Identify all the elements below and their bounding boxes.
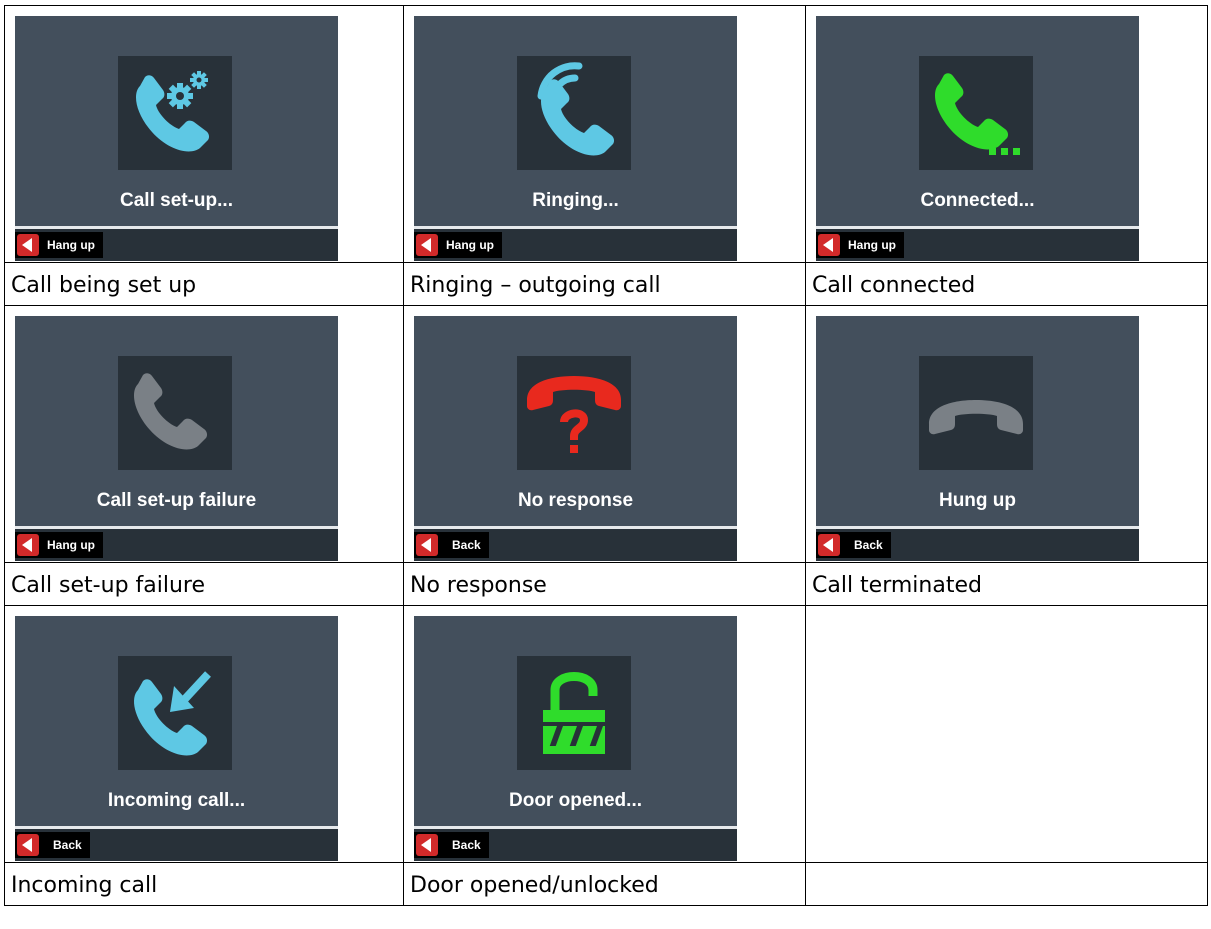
screen-title: Door opened...: [509, 790, 642, 811]
softkey-label: Back: [854, 538, 883, 552]
softkey-bar: Hang up: [816, 229, 1139, 261]
caption: Call being set up: [11, 273, 197, 298]
caption-cell: Call being set up: [4, 262, 404, 306]
softkey-label: Back: [452, 838, 481, 852]
phone-ringing-icon: [517, 56, 631, 170]
back-arrow-icon: [17, 834, 39, 856]
caption-cell: Door opened/unlocked: [403, 862, 806, 906]
caption-cell: Ringing – outgoing call: [403, 262, 806, 306]
softkey-label: Back: [53, 838, 82, 852]
caption: Call terminated: [812, 573, 982, 598]
cell-connected: Connected... Hang up: [805, 5, 1208, 263]
screen-connected: Connected... Hang up: [816, 16, 1139, 261]
padlock-open-icon: [517, 656, 631, 770]
softkey-bar: Back: [414, 829, 737, 861]
screen-call-setup: Call set-up... Hang up: [15, 16, 338, 261]
softkey-bar: Back: [15, 829, 338, 861]
screen-title: Hung up: [938, 490, 1017, 511]
screen-title: Incoming call...: [107, 790, 246, 811]
softkey-label: Hang up: [47, 538, 95, 552]
phone-hung-up-icon: [919, 356, 1033, 470]
softkey-label: Back: [452, 538, 481, 552]
caption: Ringing – outgoing call: [410, 273, 661, 298]
back-arrow-icon: [416, 834, 438, 856]
caption: No response: [410, 573, 547, 598]
phone-connected-icon: [919, 56, 1033, 170]
cell-no-response: No response Back: [403, 305, 806, 563]
cell-door-opened: Door opened... Back: [403, 605, 806, 863]
back-arrow-icon: [416, 534, 438, 556]
screen-no-response: No response Back: [414, 316, 737, 561]
screen-door-opened: Door opened... Back: [414, 616, 737, 861]
back-softkey[interactable]: Back: [414, 832, 489, 858]
hang-up-softkey[interactable]: Hang up: [414, 232, 502, 258]
screen-title: Call set-up...: [120, 190, 233, 211]
screen-title: Ringing...: [532, 190, 619, 211]
caption: Call set-up failure: [11, 573, 206, 598]
caption-cell: Call set-up failure: [4, 562, 404, 606]
screen-title: Connected...: [920, 190, 1035, 211]
cell-ringing: Ringing... Hang up: [403, 5, 806, 263]
screen-title: No response: [517, 490, 634, 511]
hang-up-softkey[interactable]: Hang up: [15, 532, 103, 558]
screen-hung-up: Hung up Back: [816, 316, 1139, 561]
softkey-label: Hang up: [446, 238, 494, 252]
screen-title: Call set-up failure: [96, 490, 257, 511]
cell-setup-failure: Call set-up failure Hang up: [4, 305, 404, 563]
screen-setup-failure: Call set-up failure Hang up: [15, 316, 338, 561]
back-arrow-icon: [17, 234, 39, 256]
phone-no-response-icon: [517, 356, 631, 470]
softkey-bar: Hang up: [15, 229, 338, 261]
back-arrow-icon: [17, 534, 39, 556]
softkey-bar: Hang up: [15, 529, 338, 561]
empty-cell: [805, 605, 1208, 863]
back-softkey[interactable]: Back: [816, 532, 891, 558]
back-arrow-icon: [818, 534, 840, 556]
phone-failure-icon: [118, 356, 232, 470]
softkey-bar: Back: [414, 529, 737, 561]
screen-ringing: Ringing... Hang up: [414, 16, 737, 261]
back-softkey[interactable]: Back: [414, 532, 489, 558]
cell-hung-up: Hung up Back: [805, 305, 1208, 563]
softkey-bar: Back: [816, 529, 1139, 561]
back-softkey[interactable]: Back: [15, 832, 90, 858]
softkey-label: Hang up: [848, 238, 896, 252]
cell-call-setup: Call set-up... Hang up: [4, 5, 404, 263]
caption: Call connected: [812, 273, 976, 298]
caption-cell: No response: [403, 562, 806, 606]
caption: Door opened/unlocked: [410, 873, 659, 898]
phone-incoming-icon: [118, 656, 232, 770]
phone-gear-icon: [118, 56, 232, 170]
hang-up-softkey[interactable]: Hang up: [816, 232, 904, 258]
screens-table: Call set-up... Hang up Ringing... Hang u…: [4, 5, 1208, 906]
caption-cell: Call connected: [805, 262, 1208, 306]
caption-cell: Call terminated: [805, 562, 1208, 606]
softkey-label: Hang up: [47, 238, 95, 252]
hang-up-softkey[interactable]: Hang up: [15, 232, 103, 258]
back-arrow-icon: [416, 234, 438, 256]
caption-cell: Incoming call: [4, 862, 404, 906]
cell-incoming-call: Incoming call... Back: [4, 605, 404, 863]
softkey-bar: Hang up: [414, 229, 737, 261]
caption: Incoming call: [11, 873, 158, 898]
empty-caption-cell: [805, 862, 1208, 906]
back-arrow-icon: [818, 234, 840, 256]
screen-incoming-call: Incoming call... Back: [15, 616, 338, 861]
